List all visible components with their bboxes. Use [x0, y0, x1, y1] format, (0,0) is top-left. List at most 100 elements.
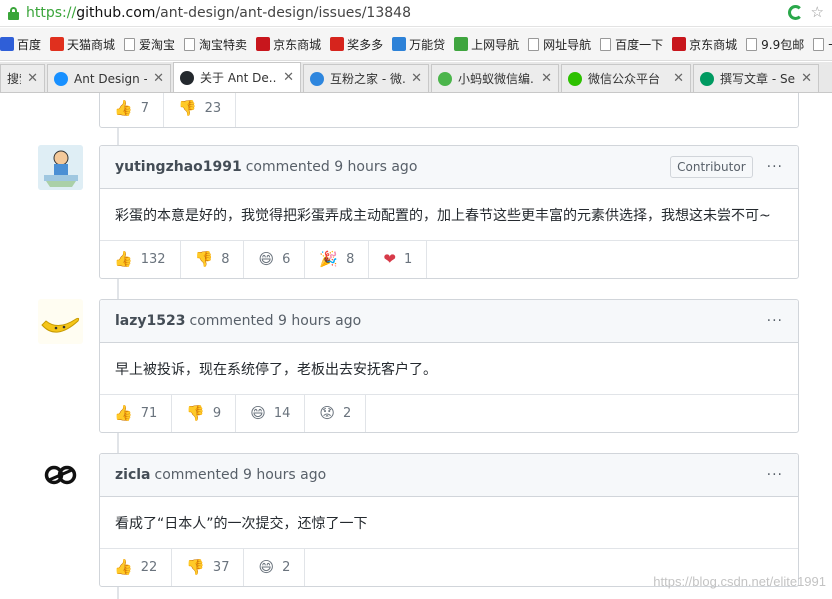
- refresh-icon[interactable]: [787, 5, 803, 20]
- comment-action: commented: [154, 467, 239, 483]
- reaction-button[interactable]: 😄 2: [244, 549, 306, 586]
- comment-time[interactable]: 9 hours ago: [243, 467, 326, 483]
- page-icon: [124, 37, 136, 51]
- close-icon[interactable]: ✕: [411, 71, 422, 86]
- bookmark-item[interactable]: 网址导航: [528, 36, 591, 53]
- tab-label: 微信公众平台: [588, 72, 661, 86]
- comment-header: lazy1523 commented 9 hours ago ···: [100, 300, 798, 343]
- reaction-button[interactable]: 👎 8: [181, 241, 245, 278]
- thumb-emoji-icon: 👎: [186, 558, 205, 576]
- reaction-button[interactable]: 😟 2: [305, 395, 367, 432]
- reaction-count: 71: [140, 406, 158, 421]
- bookmark-label: 百度: [17, 37, 42, 52]
- smile-emoji-icon: 😄: [250, 404, 266, 422]
- smile-emoji-icon: 😄: [258, 558, 275, 576]
- hooray-emoji-icon: 🎉: [319, 250, 339, 268]
- comment-author[interactable]: lazy1523: [115, 313, 186, 329]
- ant-icon: [54, 71, 68, 86]
- address-bar[interactable]: https://github.com/ant-design/ant-design…: [0, 0, 832, 27]
- url-host: github.com: [76, 5, 156, 21]
- reaction-button[interactable]: 👍 22: [100, 549, 173, 586]
- avatar[interactable]: [38, 145, 83, 190]
- star-icon[interactable]: ☆: [811, 5, 824, 20]
- bookmark-item[interactable]: 爱淘宝: [124, 36, 175, 53]
- tab-label: Ant Design - ...: [74, 71, 147, 86]
- comment-card: zicla commented 9 hours ago ··· 看成了“日本人”…: [99, 453, 799, 587]
- thumb-emoji-icon: 👍: [114, 99, 133, 117]
- bookmark-item[interactable]: 京东商城: [672, 36, 737, 53]
- contributor-badge: Contributor: [670, 156, 753, 178]
- reaction-count: 37: [212, 560, 230, 575]
- bookmark-label: 淘宝特卖: [199, 37, 248, 52]
- tab-label: 关于 Ant De...: [200, 71, 278, 85]
- page-icon: [528, 37, 540, 51]
- avatar[interactable]: [38, 453, 83, 498]
- reaction-count: 9: [212, 406, 222, 421]
- comment-author[interactable]: zicla: [115, 467, 151, 483]
- bookmark-item[interactable]: 奖多多: [330, 36, 383, 53]
- url-text[interactable]: https://github.com/ant-design/ant-design…: [26, 5, 411, 21]
- browser-tab[interactable]: 撰写文章 - Se... ✕: [693, 64, 819, 92]
- tmall-icon: [50, 37, 65, 51]
- thumb-emoji-icon: 👍: [114, 404, 133, 422]
- reaction-button[interactable]: 😄 6: [244, 241, 306, 278]
- browser-tab[interactable]: 微信公众平台 ✕: [561, 64, 691, 92]
- reaction-button[interactable]: 😄 14: [236, 395, 306, 432]
- reaction-count: 1: [403, 252, 413, 267]
- comment-time[interactable]: 9 hours ago: [278, 313, 361, 329]
- close-icon[interactable]: ✕: [541, 71, 552, 86]
- more-options-icon[interactable]: ···: [767, 467, 783, 483]
- bookmark-item[interactable]: 京东商城: [256, 36, 321, 53]
- close-icon[interactable]: ✕: [153, 71, 164, 86]
- reaction-count: 14: [273, 406, 291, 421]
- reaction-count: 8: [221, 252, 230, 267]
- comment-card: lazy1523 commented 9 hours ago ··· 早上被投诉…: [99, 299, 799, 433]
- url-path: /ant-design/ant-design/issues/13848: [155, 5, 411, 21]
- comment-time[interactable]: 9 hours ago: [334, 159, 417, 175]
- reaction-button[interactable]: 👎 23: [164, 93, 237, 127]
- bookmark-item[interactable]: 万能贷: [392, 36, 445, 53]
- reaction-button[interactable]: 👎 9: [172, 395, 237, 432]
- comment-header: yutingzhao1991 commented 9 hours ago Con…: [100, 146, 798, 189]
- bookmark-item[interactable]: 淘宝特卖: [184, 36, 247, 53]
- reaction-count: 6: [282, 252, 291, 267]
- bookmark-item[interactable]: 百度一下: [600, 36, 663, 53]
- confused-emoji-icon: 😟: [319, 404, 336, 422]
- close-icon[interactable]: ✕: [801, 71, 812, 86]
- more-options-icon[interactable]: ···: [767, 313, 783, 329]
- reaction-count: 132: [140, 252, 166, 267]
- bookmark-item[interactable]: 9.9包邮: [746, 36, 804, 53]
- more-options-icon[interactable]: ···: [767, 159, 783, 175]
- bookmark-item[interactable]: 天猫商城: [50, 36, 115, 53]
- bookmark-item[interactable]: 一: [813, 36, 832, 53]
- reaction-button[interactable]: 🎉 8: [305, 241, 370, 278]
- browser-tab[interactable]: Ant Design - ... ✕: [47, 64, 171, 92]
- browser-tab[interactable]: 互粉之家 - 微... ✕: [303, 64, 429, 92]
- paw-icon: [0, 37, 14, 51]
- comment-partial: 👍 7 👎 23: [99, 93, 799, 128]
- browser-tab[interactable]: 搜索 ✕: [0, 64, 45, 92]
- avatar[interactable]: [38, 299, 83, 344]
- reaction-button[interactable]: 👎 37: [172, 549, 245, 586]
- close-icon[interactable]: ✕: [27, 71, 38, 86]
- bookmark-label: 网址导航: [543, 37, 592, 52]
- comment-body: 看成了“日本人”的一次提交，还惊了一下: [100, 497, 798, 549]
- jd-icon: [256, 37, 271, 51]
- page-icon: [813, 37, 825, 51]
- bookmark-item[interactable]: 百度: [0, 36, 41, 53]
- close-icon[interactable]: ✕: [673, 71, 684, 86]
- tab-label: 互粉之家 - 微...: [330, 72, 406, 86]
- reaction-button[interactable]: ❤ 1: [369, 241, 428, 278]
- reaction-button[interactable]: 👍 7: [100, 93, 164, 127]
- browser-tab[interactable]: 小蚂蚁微信编... ✕: [431, 64, 559, 92]
- browser-tab[interactable]: 关于 Ant De... ✕: [173, 62, 301, 92]
- sf-icon: [700, 71, 714, 86]
- page-icon: [600, 37, 612, 51]
- close-icon[interactable]: ✕: [283, 70, 294, 85]
- reaction-button[interactable]: 👍 132: [100, 241, 181, 278]
- bookmark-item[interactable]: 上网导航: [454, 36, 519, 53]
- tab-bar: 搜索✕Ant Design - ...✕关于 Ant De...✕互粉之家 - …: [0, 62, 832, 93]
- reaction-button[interactable]: 👍 71: [100, 395, 173, 432]
- comment-author[interactable]: yutingzhao1991: [115, 159, 242, 175]
- ant-green-icon: [438, 71, 452, 86]
